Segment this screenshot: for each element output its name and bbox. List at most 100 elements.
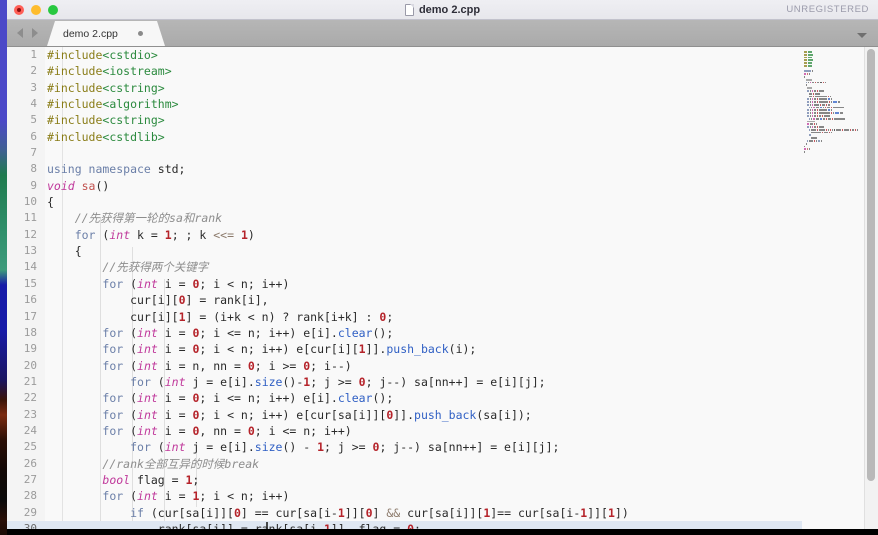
code-text[interactable]: for (int j = e[i].size() - 1; j >= 0; j-… [47, 439, 559, 455]
minimap-token [813, 114, 816, 117]
code-text[interactable]: for (int i = 1; i < n; i++) [47, 488, 289, 504]
minimap-token [833, 101, 838, 103]
code-editor[interactable]: 1 #include<cstdio> 2 #include<iostream> 3 #in… [7, 47, 878, 535]
code-text[interactable]: for (int k = 1; ; k <<= 1) [47, 227, 255, 243]
chevron-down-icon[interactable] [857, 33, 867, 38]
code-line[interactable]: 27 bool flag = 1; [7, 472, 878, 488]
code-line[interactable]: 4 #include<algorithm> [7, 96, 878, 112]
code-text[interactable]: { [47, 194, 54, 210]
code-text[interactable]: #include<cstring> [47, 112, 165, 128]
token-num: 1 [178, 309, 186, 324]
code-text[interactable]: #include<cstdlib> [47, 129, 165, 145]
minimap-token [809, 114, 811, 117]
code-line[interactable]: 17 cur[i][1] = (i+k < n) ? rank[i+k] : 0… [7, 309, 878, 325]
code-line[interactable]: 23 for (int i = 0; i < n; i++) e[cur[sa[… [7, 407, 878, 423]
code-text[interactable]: #include<cstring> [47, 80, 165, 96]
code-text[interactable]: using namespace std; [47, 161, 185, 177]
code-line[interactable]: 11 //先获得第一轮的sa和rank [7, 210, 878, 226]
code-text[interactable]: for (int i = 0, nn = 0; i <= n; i++) [47, 423, 351, 439]
code-line[interactable]: 16 cur[i][0] = rank[i], [7, 292, 878, 308]
code-line[interactable]: 7 [7, 145, 878, 161]
code-line[interactable]: 14 //先获得两个关键字 [7, 259, 878, 275]
code-content[interactable]: 1 #include<cstdio> 2 #include<iostream> 3 #in… [7, 47, 878, 535]
code-text[interactable]: for (int i = 0; i <= n; i++) e[i].clear(… [47, 390, 393, 406]
code-text[interactable]: for (int i = 0; i < n; i++) e[cur[i][1]]… [47, 341, 476, 357]
code-line[interactable]: 5 #include<cstring> [7, 112, 878, 128]
code-line[interactable]: 25 for (int j = e[i].size() - 1; j >= 0;… [7, 439, 878, 455]
window-controls[interactable] [14, 4, 58, 15]
code-text[interactable]: void sa() [47, 178, 109, 194]
minimap-token [809, 98, 811, 101]
line-number: 16 [23, 293, 37, 307]
code-text[interactable]: for (int i = 0; i <= n; i++) e[i].clear(… [47, 325, 393, 341]
tab-modified-dot[interactable] [138, 31, 143, 36]
minimap-token [804, 64, 808, 67]
token-plain: ( [123, 407, 138, 422]
minimap-token [809, 128, 811, 131]
code-line[interactable]: 22 for (int i = 0; i <= n; i++) e[i].cle… [7, 390, 878, 406]
line-number: 27 [23, 472, 37, 486]
code-text[interactable]: bool flag = 1; [47, 472, 199, 488]
code-line[interactable]: 10 { [7, 194, 878, 210]
code-line[interactable]: 19 for (int i = 0; i < n; i++) e[cur[i][… [7, 341, 878, 357]
code-line[interactable]: 20 for (int i = n, nn = 0; i >= 0; i--) [7, 358, 878, 374]
tab-demo-2-cpp[interactable]: demo 2.cpp [47, 21, 165, 46]
code-text[interactable]: for (int j = e[i].size()-1; j >= 0; j--)… [47, 374, 546, 390]
line-number: 18 [23, 325, 37, 339]
code-line[interactable]: 21 for (int j = e[i].size()-1; j >= 0; j… [7, 374, 878, 390]
token-num: 0 [365, 505, 373, 520]
chevron-right-icon[interactable] [32, 27, 38, 38]
minimap-token [808, 59, 813, 62]
code-text[interactable]: #include<iostream> [47, 63, 172, 79]
token-plain: i = [157, 407, 193, 422]
code-line[interactable]: 8 using namespace std; [7, 161, 878, 177]
code-text[interactable]: { [47, 243, 82, 259]
code-text[interactable]: //rank全部互异的时候break [47, 456, 259, 472]
code-text[interactable]: #include<algorithm> [47, 96, 179, 112]
code-text[interactable]: if (cur[sa[i]][0] == cur[sa[i-1]][0] && … [47, 505, 629, 521]
chevron-left-icon[interactable] [17, 27, 23, 38]
code-text[interactable]: //先获得第一轮的sa和rank [47, 210, 222, 226]
code-text[interactable]: cur[i][0] = rank[i], [47, 292, 269, 308]
code-text[interactable]: for (int i = 0; i < n; i++) e[cur[sa[i]]… [47, 407, 531, 423]
code-line[interactable]: 29 if (cur[sa[i]][0] == cur[sa[i-1]][0] … [7, 505, 878, 521]
code-line[interactable]: 1 #include<cstdio> [7, 47, 878, 63]
minimap-token [811, 106, 813, 109]
close-button[interactable] [14, 4, 24, 15]
minimap-token [821, 140, 823, 142]
code-line[interactable]: 9 void sa() [7, 178, 878, 194]
tab-navigation[interactable] [7, 19, 47, 46]
scrollbar-thumb[interactable] [867, 49, 875, 481]
code-text[interactable]: //先获得两个关键字 [47, 259, 208, 275]
minimize-button[interactable] [31, 4, 41, 15]
token-hdr: <cstdlib> [102, 129, 165, 144]
code-text[interactable]: cur[i][1] = (i+k < n) ? rank[i+k] : 0; [47, 309, 393, 325]
minimap-token [804, 73, 807, 76]
minimap-token [807, 98, 809, 101]
window-title: demo 2.cpp [418, 4, 481, 16]
minimap-token [820, 81, 822, 84]
minimap-token [827, 109, 831, 112]
code-line[interactable]: 24 for (int i = 0, nn = 0; i <= n; i++) [7, 423, 878, 439]
code-line[interactable]: 3 #include<cstring> [7, 80, 878, 96]
code-line[interactable]: 2 #include<iostream> [7, 63, 878, 79]
token-hdr: <iostream> [102, 64, 172, 79]
code-text[interactable]: for (int i = n, nn = 0; i >= 0; i--) [47, 358, 351, 374]
code-line[interactable]: 13 { [7, 243, 878, 259]
code-line[interactable]: 18 for (int i = 0; i <= n; i++) e[i].cle… [7, 325, 878, 341]
code-text[interactable]: #include<cstdio> [47, 47, 158, 63]
code-line[interactable]: 26 //rank全部互异的时候break [7, 456, 878, 472]
minimap-token [813, 117, 815, 120]
code-line[interactable]: 28 for (int i = 1; i < n; i++) [7, 488, 878, 504]
token-type: int [137, 358, 158, 373]
code-line[interactable]: 15 for (int i = 0; i < n; i++) [7, 276, 878, 292]
vertical-scrollbar[interactable] [864, 47, 878, 535]
minimap[interactable] [802, 47, 864, 535]
code-text[interactable]: for (int i = 0; i < n; i++) [47, 276, 289, 292]
maximize-button[interactable] [48, 4, 58, 15]
code-line[interactable]: 6 #include<cstdlib> [7, 129, 878, 145]
code-line[interactable]: 12 for (int k = 1; ; k <<= 1) [7, 227, 878, 243]
